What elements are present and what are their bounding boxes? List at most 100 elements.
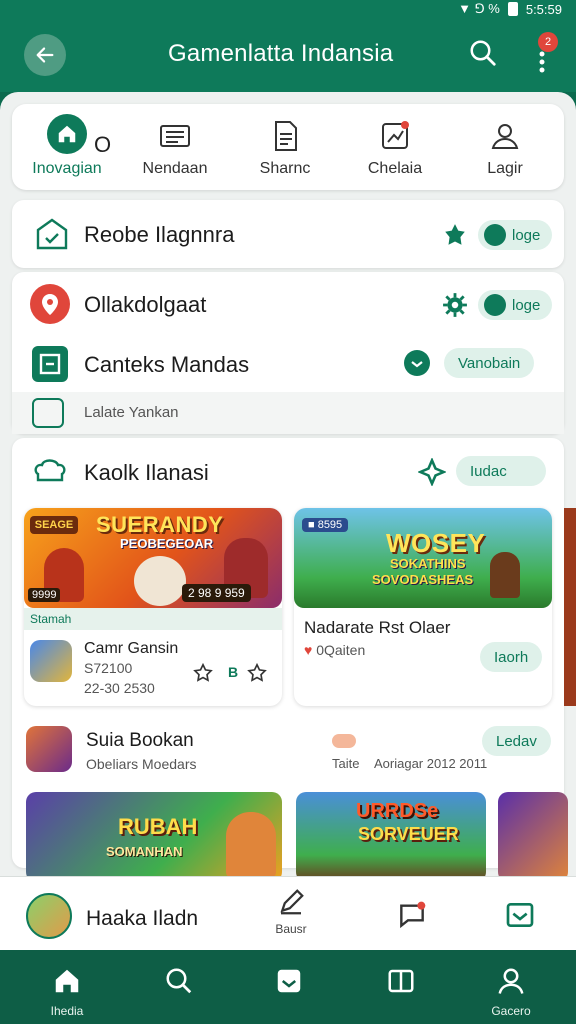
banner-subtitle: SORVEUER bbox=[358, 824, 459, 844]
button-label: Bausr bbox=[275, 922, 307, 936]
button-label: Ledav bbox=[496, 732, 537, 750]
pill-label: Iudac bbox=[470, 462, 507, 480]
banner-subtitle: SOMANHAN bbox=[106, 844, 183, 859]
banner-subtitle: PEOBEGEOAR bbox=[120, 536, 214, 551]
chart-icon bbox=[382, 121, 409, 149]
nav-search[interactable] bbox=[124, 950, 234, 1024]
nav-library[interactable] bbox=[346, 950, 456, 1024]
tab-sharnc[interactable]: Sharnc bbox=[230, 104, 340, 190]
home-icon bbox=[47, 114, 87, 154]
toggle-pill[interactable]: loge bbox=[478, 290, 553, 320]
install-button[interactable]: Ledav bbox=[482, 726, 551, 756]
category-tabs: Inovagian O Nendaan Sharnc Chelaia Lagir bbox=[12, 104, 564, 190]
pill-label: loge bbox=[512, 296, 541, 314]
tab-label: Lagir bbox=[487, 160, 523, 177]
user-name: Haaka Iladn bbox=[86, 907, 199, 930]
notification-badge: 2 bbox=[538, 32, 558, 52]
nav-label: Ihedia bbox=[50, 1004, 84, 1018]
install-button[interactable]: Iaorh bbox=[480, 642, 543, 672]
status-icons: ▼ ⅁ % bbox=[458, 1, 500, 16]
inbox-icon bbox=[277, 969, 301, 993]
page-title: Gamenlatta Indansia bbox=[168, 40, 394, 67]
nav-inbox[interactable] bbox=[234, 950, 344, 1024]
character-art bbox=[490, 552, 520, 598]
nav-home[interactable]: Ihedia bbox=[12, 950, 122, 1024]
location-icon bbox=[30, 284, 70, 324]
search-icon bbox=[470, 40, 496, 66]
store-icon bbox=[36, 218, 68, 250]
chef-hat-icon bbox=[34, 459, 66, 482]
tab-label: Sharnc bbox=[259, 160, 311, 177]
back-button[interactable] bbox=[24, 34, 66, 76]
list-item[interactable]: Reobe Ilagnnra loge bbox=[12, 200, 564, 268]
avatar[interactable] bbox=[26, 893, 72, 939]
check-icon[interactable] bbox=[404, 350, 430, 376]
game-sub-text: 0Qaiten bbox=[316, 642, 366, 658]
gear-icon[interactable] bbox=[442, 292, 468, 318]
game-subtitle: ♥ 0Qaiten bbox=[304, 642, 365, 658]
banner-stats: 2 98 9 959 bbox=[182, 584, 251, 602]
tab-label: Inovagian bbox=[32, 160, 102, 177]
emoji-icon bbox=[332, 734, 356, 748]
document-icon bbox=[275, 121, 297, 151]
game-date: 22-30 2530 bbox=[84, 680, 155, 696]
featured-subtitle: Obeliars Moedars bbox=[86, 756, 197, 772]
row-title: Ollakdolgaat bbox=[84, 292, 207, 317]
user-icon bbox=[491, 124, 519, 149]
wallet-icon bbox=[32, 398, 64, 428]
banner-title: RUBAH bbox=[118, 814, 198, 839]
row-title: Reobe Ilagnnra bbox=[84, 222, 235, 247]
game-banner[interactable]: RUBAH SOMANHAN bbox=[26, 792, 282, 882]
game-icon bbox=[26, 726, 72, 772]
news-icon bbox=[160, 125, 190, 147]
game-card[interactable]: SEAGE SUERANDY PEOBEGEOAR 9999 2 98 9 95… bbox=[24, 508, 282, 706]
filter-pill[interactable]: Iudac bbox=[456, 456, 546, 486]
pill-label: loge bbox=[512, 226, 541, 244]
inbox-check-icon[interactable] bbox=[504, 899, 536, 931]
banner-tag: ■ 8595 bbox=[302, 518, 349, 532]
toggle-pill[interactable]: loge bbox=[478, 220, 553, 250]
star-badge-icon[interactable] bbox=[442, 222, 468, 248]
pill-label: Vanobain bbox=[458, 354, 521, 372]
button-label: Iaorh bbox=[494, 648, 529, 666]
featured-item[interactable]: Suia Bookan Obeliars Moedars Taite Aoria… bbox=[12, 712, 564, 792]
main-content: Inovagian O Nendaan Sharnc Chelaia Lagir… bbox=[0, 92, 576, 952]
bottom-navigation: Ihedia Gacero bbox=[0, 950, 576, 1024]
bausr-button[interactable]: Bausr bbox=[264, 887, 318, 943]
game-banner[interactable]: URRDSe SORVEUER bbox=[296, 792, 486, 882]
banner-title: URRDSe bbox=[356, 800, 439, 822]
profile-icon bbox=[498, 968, 524, 994]
rating-label: B bbox=[228, 664, 239, 680]
featured-tag: Taite bbox=[332, 756, 360, 771]
app-bar: Gamenlatta Indansia 2 bbox=[0, 22, 576, 92]
action-pill[interactable]: Vanobain bbox=[444, 348, 535, 378]
game-name: Nadarate Rst Olaer bbox=[304, 618, 451, 637]
tab-chelaia[interactable]: Chelaia bbox=[340, 104, 450, 190]
banner-tag: SEAGE bbox=[30, 516, 78, 534]
user-bar: Haaka Iladn Bausr bbox=[0, 876, 576, 950]
more-button[interactable]: 2 bbox=[528, 32, 558, 78]
tab-nendaan[interactable]: Nendaan bbox=[120, 104, 230, 190]
tab-label: Nendaan bbox=[142, 160, 208, 177]
status-bar: ▼ ⅁ % 5:5:59 bbox=[0, 0, 576, 22]
search-button[interactable] bbox=[468, 38, 502, 72]
tab-label: Chelaia bbox=[367, 160, 423, 177]
featured-name: Suia Bookan bbox=[86, 730, 194, 751]
star-outline-icon[interactable] bbox=[192, 662, 214, 684]
list-item[interactable]: Ollakdolgaat loge bbox=[12, 272, 564, 336]
nav-profile[interactable]: Gacero bbox=[456, 950, 566, 1024]
search-icon bbox=[166, 968, 192, 994]
game-banner: ■ 8595 WOSEY SOKATHINS SOVODASHEAS bbox=[294, 508, 552, 608]
book-icon bbox=[388, 969, 414, 993]
list-item[interactable]: Canteks Mandas Vanobain bbox=[12, 336, 564, 392]
star-outline-icon[interactable] bbox=[246, 662, 268, 684]
game-banner[interactable] bbox=[498, 792, 568, 882]
list-item[interactable]: Lalate Yankan bbox=[12, 392, 564, 434]
chat-icon[interactable] bbox=[396, 899, 428, 931]
tab-lagir[interactable]: Lagir bbox=[450, 104, 560, 190]
sparkle-icon[interactable] bbox=[418, 458, 446, 486]
game-card[interactable]: ■ 8595 WOSEY SOKATHINS SOVODASHEAS Nadar… bbox=[294, 508, 552, 706]
home-icon bbox=[55, 969, 79, 993]
character-art bbox=[134, 556, 186, 606]
heart-icon: ♥ bbox=[304, 642, 313, 658]
